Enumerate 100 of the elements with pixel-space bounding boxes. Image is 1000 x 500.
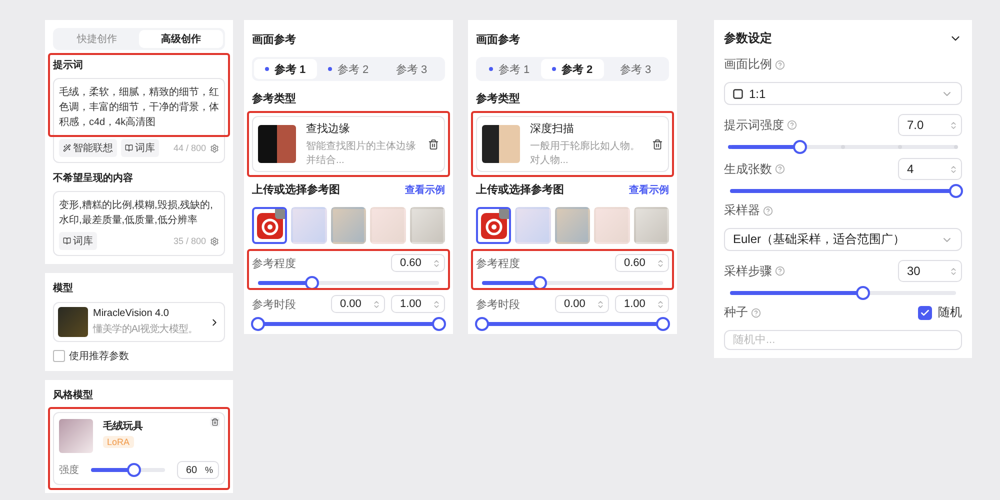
examples-link[interactable]: 查看示例 xyxy=(629,182,669,196)
section-title: 提示词 xyxy=(53,58,84,72)
spinner-icon[interactable] xyxy=(656,258,665,268)
section-title: 上传或选择参考图 xyxy=(252,182,340,197)
slider-handle[interactable] xyxy=(793,140,808,154)
wand-icon xyxy=(63,144,71,152)
tool-button[interactable]: 词库 xyxy=(59,232,97,250)
section-title: 不希望呈现的内容 xyxy=(53,171,134,185)
tool-button[interactable]: 智能联想 xyxy=(59,139,117,157)
photo-placeholder[interactable] xyxy=(330,207,366,244)
checkbox[interactable] xyxy=(53,350,65,362)
spinner-icon[interactable] xyxy=(656,300,665,308)
reference-tab[interactable]: 参考 3 xyxy=(604,59,667,79)
reference-image[interactable] xyxy=(252,207,288,244)
checkbox-label: 使用推荐参数 xyxy=(69,350,129,363)
app-icon xyxy=(480,212,507,238)
help-icon[interactable] xyxy=(775,266,785,276)
parameter-label: 提示词强度 xyxy=(724,116,797,134)
book-icon xyxy=(125,144,133,152)
slider-handle[interactable] xyxy=(432,317,446,331)
spinner-icon[interactable] xyxy=(949,164,958,174)
slider-handle[interactable] xyxy=(949,184,963,198)
examples-link[interactable]: 查看示例 xyxy=(405,182,445,196)
number-field[interactable]: 0.60 xyxy=(615,254,669,272)
number-field[interactable]: 7.0 xyxy=(898,114,962,136)
help-icon[interactable] xyxy=(787,120,797,130)
help-icon[interactable] xyxy=(751,308,761,318)
number-field[interactable]: 1.00 xyxy=(391,295,445,313)
badge-icon xyxy=(275,209,286,219)
reference-type-card[interactable]: 查找边缘 智能查找图片的主体边缘并结合... xyxy=(252,116,445,172)
slider-handle[interactable] xyxy=(856,286,870,300)
number-field[interactable]: 0.60 xyxy=(391,254,445,272)
spinner-icon[interactable] xyxy=(596,300,605,308)
delete-icon[interactable] xyxy=(428,138,439,150)
number-field[interactable]: 60 % xyxy=(177,461,219,479)
photo-placeholder xyxy=(59,419,93,453)
select-field[interactable]: Euler（基础采样，适合范围广） xyxy=(724,228,962,251)
settings-icon[interactable] xyxy=(210,236,219,246)
unit-label: % xyxy=(204,465,213,475)
help-icon[interactable] xyxy=(763,206,773,216)
strength-label: 强度 xyxy=(59,464,79,477)
check-icon xyxy=(920,308,930,318)
number-field[interactable]: 4 xyxy=(898,158,962,180)
photo-placeholder[interactable] xyxy=(634,207,669,244)
parameter-label: 种子 xyxy=(724,304,761,321)
photo-placeholder[interactable] xyxy=(554,207,590,244)
reference-tab[interactable]: 参考 1 xyxy=(478,59,541,79)
spinner-icon[interactable] xyxy=(949,120,958,130)
slider-handle[interactable] xyxy=(251,317,265,331)
select-field[interactable]: 1:1 xyxy=(724,82,962,105)
section-title: 参考类型 xyxy=(252,92,297,106)
model-name: MiracleVision 4.0 xyxy=(93,308,169,319)
parameter-label: 画面比例 xyxy=(724,56,962,73)
number-field[interactable]: 0.00 xyxy=(555,295,609,313)
reference-image[interactable] xyxy=(476,207,512,244)
seed-field[interactable]: 随机中... xyxy=(724,330,962,350)
delete-button[interactable] xyxy=(210,417,220,427)
spinner-icon[interactable] xyxy=(949,266,958,276)
settings-icon[interactable] xyxy=(210,144,219,152)
number-field[interactable]: 30 xyxy=(898,260,962,282)
parameter-label: 生成张数 xyxy=(724,160,785,178)
model-card[interactable]: MiracleVision 4.0 懂美学的AI视觉大模型。 xyxy=(53,302,225,342)
number-field[interactable]: 1.00 xyxy=(615,295,669,313)
reference-tab[interactable]: 参考 2 xyxy=(317,59,380,79)
checkbox-label: 随机 xyxy=(938,304,962,321)
reference-tab[interactable]: 参考 1 xyxy=(254,59,317,79)
app-icon xyxy=(256,212,283,238)
photo-placeholder[interactable] xyxy=(410,207,445,244)
text-area[interactable]: 变形,糟糕的比例,模糊,毁损,残缺的,水印,最差质量,低质量,低分辨率 词库 35 / 800 xyxy=(53,191,225,256)
mode-tab[interactable]: 高级创作 xyxy=(139,30,223,48)
period-label: 参考时段 xyxy=(252,298,296,312)
reference-tab[interactable]: 参考 2 xyxy=(541,59,604,79)
slider-handle[interactable] xyxy=(656,317,670,331)
badge-icon xyxy=(499,209,510,219)
panel-title: 参数设定 xyxy=(724,30,772,47)
reference-tab[interactable]: 参考 3 xyxy=(380,59,443,79)
degree-label: 参考程度 xyxy=(252,256,296,270)
parameter-label: 采样步骤 xyxy=(724,262,785,280)
reference-type-description: 一般用于轮廓比如人物。对人物... xyxy=(530,140,641,167)
reference-type-card[interactable]: 深度扫描 一般用于轮廓比如人物。对人物... xyxy=(476,116,669,172)
parameter-label: 采样器 xyxy=(724,202,962,219)
number-field[interactable]: 0.00 xyxy=(331,295,385,313)
help-icon[interactable] xyxy=(775,60,785,70)
panel-title: 画面参考 xyxy=(252,32,297,47)
photo-placeholder xyxy=(258,125,296,163)
spinner-icon[interactable] xyxy=(432,300,441,308)
checkbox[interactable] xyxy=(918,306,932,320)
slider-handle[interactable] xyxy=(126,463,141,477)
section-title: 风格模型 xyxy=(53,388,94,402)
lora-tag: LoRA xyxy=(103,436,134,448)
delete-icon[interactable] xyxy=(652,138,663,150)
slider-handle[interactable] xyxy=(475,317,489,331)
text-area-value: 变形,糟糕的比例,模糊,毁损,残缺的,水印,最差质量,低质量,低分辨率 xyxy=(59,198,214,228)
spinner-icon[interactable] xyxy=(372,300,381,308)
help-icon[interactable] xyxy=(775,164,785,174)
period-label: 参考时段 xyxy=(476,298,520,312)
model-description: 懂美学的AI视觉大模型。 xyxy=(93,322,199,336)
tool-button[interactable]: 词库 xyxy=(121,139,159,157)
spinner-icon[interactable] xyxy=(432,258,441,268)
text-area[interactable]: 毛绒，柔软，细腻，精致的细节，红色调，丰富的细节，干净的背景，体积感，c4d，4k高清图 智能联想 词库 44 / 800 xyxy=(53,78,225,163)
